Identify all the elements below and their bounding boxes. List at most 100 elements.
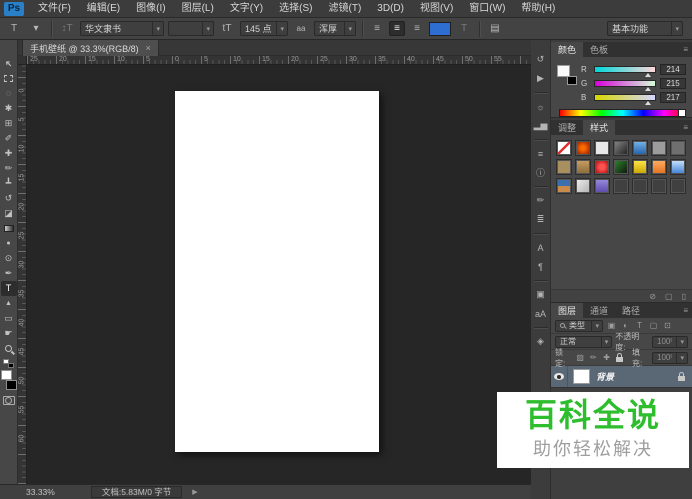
tab-channels[interactable]: 通道 [583, 303, 615, 318]
chevron-down-icon[interactable]: ▾ [676, 352, 687, 363]
brush-presets-panel-icon[interactable]: ≣ [532, 212, 550, 227]
anti-alias-select[interactable]: 浑厚 ▾ [314, 21, 356, 36]
tab-color[interactable]: 颜色 [551, 42, 584, 57]
filter-pixel-layers-icon[interactable]: ▣ [606, 321, 617, 330]
menu-filter[interactable]: 滤镜(T) [321, 0, 370, 18]
history-panel-icon[interactable]: ↺ [532, 52, 550, 67]
brush-tool[interactable]: ✏ [1, 161, 17, 176]
chevron-down-icon[interactable]: ▾ [591, 320, 602, 331]
align-left-icon[interactable]: ≡ [369, 21, 385, 36]
actions-panel-icon[interactable]: ▶ [532, 71, 550, 86]
rectangular-marquee-tool[interactable] [1, 71, 17, 86]
menu-type[interactable]: 文字(Y) [222, 0, 271, 18]
tool-preset-icon[interactable]: T [5, 21, 23, 37]
red-slider[interactable] [594, 65, 656, 77]
slider-thumb[interactable] [645, 100, 652, 105]
green-slider[interactable] [594, 79, 656, 91]
blue-value[interactable]: 217 [660, 91, 686, 103]
default-colors-icon[interactable] [3, 359, 14, 368]
layer-name[interactable]: 背景 [596, 370, 678, 383]
path-selection-tool[interactable]: ▲ [1, 296, 17, 311]
panel-menu-icon[interactable]: ≡ [683, 120, 692, 135]
filter-smart-objects-icon[interactable]: ⊡ [662, 321, 673, 330]
font-style-select[interactable]: ▾ [168, 21, 214, 36]
tab-swatches[interactable]: 色板 [583, 42, 615, 57]
background-color-swatch[interactable] [5, 380, 17, 390]
quick-selection-tool[interactable]: ✱ [1, 101, 17, 116]
crop-tool[interactable]: ⊞ [1, 116, 17, 131]
style-swatch[interactable] [632, 140, 648, 156]
chevron-down-icon[interactable]: ▾ [276, 22, 287, 35]
layer-filter-select[interactable]: 类型 ▾ [555, 319, 603, 332]
blur-tool[interactable]: ● [1, 236, 17, 251]
style-swatch[interactable] [556, 159, 572, 175]
delete-style-icon[interactable]: ▯ [682, 292, 686, 301]
chevron-down-icon[interactable]: ▾ [671, 22, 682, 35]
visibility-toggle[interactable] [551, 366, 568, 387]
style-swatch[interactable] [670, 140, 686, 156]
menu-help[interactable]: 帮助(H) [513, 0, 563, 18]
character-styles-panel-icon[interactable]: aA [532, 306, 550, 321]
layer-comps-panel-icon[interactable]: ▣ [532, 287, 550, 302]
eraser-tool[interactable]: ◪ [1, 206, 17, 221]
align-right-icon[interactable]: ≡ [409, 21, 425, 36]
white-chip[interactable] [678, 110, 685, 116]
close-icon[interactable]: × [146, 43, 151, 53]
tab-paths[interactable]: 路径 [615, 303, 647, 318]
adjustments-panel-icon[interactable]: ☼ [532, 99, 550, 114]
properties-panel-icon[interactable]: ≡ [532, 146, 550, 161]
clear-style-icon[interactable]: ⊘ [649, 292, 656, 301]
font-family-select[interactable]: 华文隶书 ▾ [80, 21, 164, 36]
lock-transparency-icon[interactable]: ▨ [575, 353, 585, 362]
style-swatch[interactable] [575, 159, 591, 175]
document-canvas[interactable] [175, 91, 379, 452]
red-value[interactable]: 214 [660, 63, 686, 75]
tab-adjustments[interactable]: 调整 [551, 120, 583, 135]
color-fg-bg-swatch[interactable] [557, 65, 577, 85]
paragraph-panel-icon[interactable]: ¶ [532, 259, 550, 274]
style-swatch[interactable] [575, 178, 591, 194]
menu-file[interactable]: 文件(F) [30, 0, 79, 18]
style-swatch[interactable] [594, 178, 610, 194]
toggle-panels-icon[interactable]: ▤ [486, 21, 504, 37]
menu-image[interactable]: 图像(I) [128, 0, 173, 18]
clone-stamp-tool[interactable]: ┻ [1, 176, 17, 191]
color-spectrum-bar[interactable] [559, 109, 686, 117]
pen-tool[interactable]: ✒ [1, 266, 17, 281]
chevron-down-icon[interactable]: ▾ [600, 336, 612, 347]
status-expand-icon[interactable]: ▶ [192, 488, 197, 496]
style-swatch[interactable] [651, 159, 667, 175]
layer-thumbnail[interactable] [573, 369, 590, 384]
align-center-icon[interactable]: ≡ [389, 21, 405, 36]
opacity-select[interactable]: 100% ▾ [652, 335, 688, 348]
lock-all-icon[interactable] [615, 353, 625, 362]
hand-tool[interactable]: ☛ [1, 326, 17, 341]
3d-panel-icon[interactable]: ◈ [532, 334, 550, 349]
font-size-select[interactable]: 145 点 ▾ [240, 21, 288, 36]
style-swatch[interactable] [594, 159, 610, 175]
style-swatch[interactable] [556, 178, 572, 194]
text-color-swatch[interactable] [429, 21, 451, 36]
fill-select[interactable]: 100% ▾ [652, 351, 688, 364]
style-swatch[interactable] [556, 140, 572, 156]
style-swatch[interactable] [651, 140, 667, 156]
blue-slider[interactable] [594, 93, 656, 105]
style-swatch-empty[interactable] [632, 178, 648, 194]
chevron-down-icon[interactable]: ▾ [676, 336, 687, 347]
layer-row-background[interactable]: 背景 [551, 366, 692, 388]
style-swatch[interactable] [632, 159, 648, 175]
eyedropper-tool[interactable]: ✐ [1, 131, 17, 146]
warp-text-icon[interactable]: T [455, 21, 473, 37]
style-swatch[interactable] [613, 140, 629, 156]
filter-shape-layers-icon[interactable]: ▢ [648, 321, 659, 330]
document-info-field[interactable]: 文档:5.83M/0 字节 [90, 486, 183, 498]
chevron-down-icon[interactable]: ▾ [152, 22, 163, 35]
quick-mask-icon[interactable] [2, 396, 15, 405]
healing-brush-tool[interactable]: ✚ [1, 146, 17, 161]
green-value[interactable]: 215 [660, 77, 686, 89]
new-style-icon[interactable]: ▢ [665, 292, 673, 301]
dodge-tool[interactable]: ⊙ [1, 251, 17, 266]
character-panel-icon[interactable]: A [532, 240, 550, 255]
lock-position-icon[interactable]: ✚ [602, 353, 612, 362]
history-brush-tool[interactable]: ↺ [1, 191, 17, 206]
